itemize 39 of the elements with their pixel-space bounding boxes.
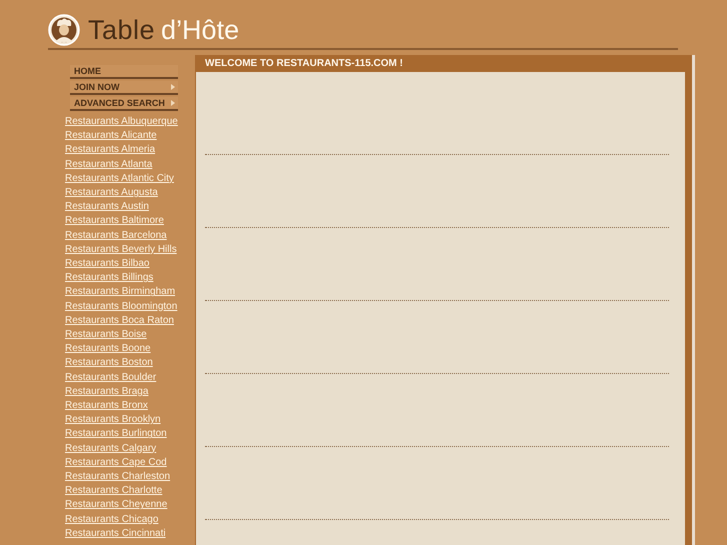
- chef-logo-icon: [48, 14, 80, 46]
- city-link[interactable]: Restaurants Bloomington: [65, 300, 190, 314]
- city-link[interactable]: Restaurants Cape Cod: [65, 456, 190, 470]
- panel-title: WELCOME TO RESTAURANTS-115.COM !: [204, 57, 404, 71]
- city-link[interactable]: Restaurants Alicante: [65, 129, 190, 144]
- city-link[interactable]: Restaurants Baltimore: [65, 214, 190, 229]
- city-link[interactable]: Restaurants Chicago: [65, 512, 190, 527]
- city-link[interactable]: Restaurants Cincinnati: [65, 526, 190, 542]
- city-link[interactable]: Restaurants Brooklyn: [65, 413, 190, 428]
- nav-button[interactable]: JOIN NOW: [70, 81, 178, 95]
- city-link[interactable]: Restaurants Almeria: [65, 143, 190, 158]
- city-link[interactable]: Restaurants Charleston: [65, 470, 190, 484]
- city-link[interactable]: Restaurants Augusta: [65, 186, 190, 200]
- city-link[interactable]: Restaurants Calgary: [65, 442, 190, 456]
- city-link[interactable]: Restaurants Boone: [65, 342, 190, 356]
- nav-button[interactable]: HOME: [70, 65, 178, 79]
- city-link[interactable]: Restaurants Cheyenne: [65, 498, 190, 513]
- city-link[interactable]: Restaurants Boston: [65, 356, 190, 371]
- city-link[interactable]: Restaurants Billings: [65, 271, 190, 286]
- arrow-icon: [171, 84, 175, 90]
- city-link[interactable]: Restaurants Atlantic City: [65, 172, 190, 186]
- city-link[interactable]: Restaurants Albuquerque: [65, 115, 190, 130]
- city-link[interactable]: Restaurants Boulder: [65, 370, 190, 385]
- city-link[interactable]: Restaurants Austin: [65, 200, 190, 214]
- city-link[interactable]: Restaurants Braga: [65, 384, 190, 400]
- city-link[interactable]: Restaurants Atlanta: [65, 158, 190, 172]
- city-link[interactable]: Restaurants Burlington: [65, 427, 190, 442]
- city-link[interactable]: Restaurants Beverly Hills: [65, 242, 190, 258]
- city-link[interactable]: Restaurants Boca Raton: [65, 314, 190, 328]
- city-link[interactable]: Restaurants Birmingham: [65, 285, 190, 300]
- logo-title: Table: [88, 14, 156, 46]
- city-link[interactable]: Restaurants Bilbao: [65, 257, 190, 272]
- city-link[interactable]: Restaurants Barcelona: [65, 228, 190, 243]
- logo-subtitle: d’Hôte: [161, 14, 240, 46]
- city-link[interactable]: Restaurants Charlotte: [65, 484, 190, 498]
- arrow-icon: [171, 100, 175, 106]
- city-link[interactable]: Restaurants Bronx: [65, 399, 190, 414]
- nav-button[interactable]: ADVANCED SEARCH: [70, 97, 178, 111]
- city-link[interactable]: Restaurants Boise: [65, 328, 190, 342]
